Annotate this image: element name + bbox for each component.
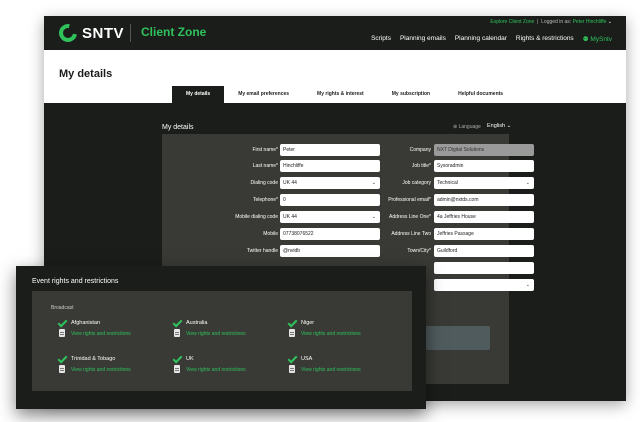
address-line-one-field[interactable]: 4a Jeffries House [434, 211, 534, 223]
document-icon [59, 365, 65, 373]
view-rights-link[interactable]: View rights and restrictions [186, 367, 246, 373]
region-name: Trinidad & Tobago [71, 356, 116, 362]
region-name: Australia [186, 320, 208, 326]
region-name: USA [301, 356, 313, 362]
event-rights-modal: Event rights and restrictions Broadcast … [16, 266, 426, 409]
language-label: ⊕ Language [453, 124, 481, 130]
twitter-handle-label: Twitter handle [246, 248, 278, 254]
check-icon [287, 317, 298, 328]
region-name: Niger [301, 320, 315, 326]
mobile-dialing-code-value: UK 44 [283, 214, 297, 220]
view-rights-link[interactable]: View rights and restrictions [71, 331, 131, 337]
view-rights-link[interactable]: View rights and restrictions [186, 331, 246, 337]
account-links: Explore Client Zone | Logged in as: Pete… [490, 19, 612, 25]
job-title-label: Job title* [411, 163, 431, 169]
region-name: UK [186, 356, 194, 362]
user-icon: ⚉ [582, 36, 589, 43]
form-title: My details [162, 124, 194, 131]
company-label: Company [409, 147, 431, 153]
mobile-label: Mobile [263, 231, 278, 237]
town-city-label: Town/City* [407, 248, 431, 254]
globe-icon: ⊕ [453, 124, 458, 130]
tab-bar: My details My email preferences My right… [172, 86, 517, 103]
nav-planning-emails[interactable]: Planning emails [400, 35, 446, 43]
nav-planning-calendar[interactable]: Planning calendar [455, 35, 507, 43]
first-name-label: First name* [252, 147, 278, 153]
town-city-field[interactable]: Guildford [434, 245, 534, 257]
page-title: My details [59, 68, 113, 80]
tab-subscription[interactable]: My subscription [378, 86, 444, 103]
last-name-label: Last name* [252, 163, 278, 169]
dialing-code-label: Dialing code [250, 180, 278, 186]
check-icon [172, 317, 183, 328]
check-icon [57, 317, 68, 328]
region-item: Australia View rights and restrictions [172, 317, 283, 346]
logo-icon [55, 20, 81, 46]
rights-panel: Broadcast Afghanistan View rights and re… [32, 291, 412, 391]
header-divider [130, 24, 131, 42]
check-icon [172, 353, 183, 364]
explore-link[interactable]: Explore Client Zone [490, 19, 534, 25]
professional-email-field[interactable]: admin@nxtds.com [434, 194, 534, 206]
mobile-dialing-code-label: Mobile dialing code [235, 214, 278, 220]
address-line-two-field[interactable]: Jeffries Passage [434, 228, 534, 240]
chevron-down-icon: ⌄ [525, 282, 530, 288]
company-field: NXT Digital Solutions [434, 144, 534, 156]
region-name: Afghanistan [71, 320, 101, 326]
language-value: English [487, 123, 506, 129]
region-item: Afghanistan View rights and restrictions [57, 317, 168, 346]
check-icon [287, 353, 298, 364]
job-category-select[interactable]: Technical ⌄ [434, 177, 534, 189]
region-item: Niger View rights and restrictions [287, 317, 398, 346]
document-icon [289, 365, 295, 373]
job-title-field[interactable]: Sysoradmin [434, 160, 534, 172]
user-name[interactable]: Peter Hinchliffe [573, 19, 607, 25]
country-select[interactable]: ⌄ [434, 279, 534, 291]
language-select[interactable]: English ⌄ [487, 123, 511, 129]
dialing-code-value: UK 44 [283, 180, 297, 186]
nav-mysntv-label: MySntv [590, 36, 612, 43]
view-rights-link[interactable]: View rights and restrictions [301, 331, 361, 337]
modal-title: Event rights and restrictions [32, 278, 119, 285]
region-item: UK View rights and restrictions [172, 353, 283, 382]
chevron-down-icon: ⌄ [506, 123, 512, 129]
logged-in-label: Logged in as: [541, 19, 572, 25]
address-line-two-label: Address Line Two [391, 231, 431, 237]
page-header: My details My details My email preferenc… [44, 50, 626, 103]
view-rights-link[interactable]: View rights and restrictions [301, 367, 361, 373]
main-nav: Scripts Planning emails Planning calenda… [371, 35, 612, 43]
job-category-value: Technical [437, 180, 458, 186]
region-item: Trinidad & Tobago View rights and restri… [57, 353, 168, 382]
nav-rights-restrictions[interactable]: Rights & restrictions [516, 35, 574, 43]
chevron-down-icon: ⌄ [525, 180, 530, 186]
screenshot-stage: SNTV Client Zone Explore Client Zone | L… [0, 0, 640, 422]
telephone-label: Telephone* [252, 197, 278, 203]
document-icon [174, 365, 180, 373]
zone-title: Client Zone [141, 25, 207, 39]
tab-email-preferences[interactable]: My email preferences [224, 86, 303, 103]
chevron-down-icon[interactable]: ⌄ [608, 19, 612, 25]
view-rights-link[interactable]: View rights and restrictions [71, 367, 131, 373]
nav-scripts[interactable]: Scripts [371, 35, 391, 43]
category-label: Broadcast [51, 305, 74, 311]
document-icon [59, 329, 65, 337]
tab-rights-interest[interactable]: My rights & interest [303, 86, 378, 103]
check-icon [57, 353, 68, 364]
brand-name: SNTV [82, 24, 125, 42]
region-item: USA View rights and restrictions [287, 353, 398, 382]
nav-mysntv[interactable]: ⚉ MySntv [583, 35, 612, 43]
top-bar: SNTV Client Zone Explore Client Zone | L… [44, 16, 626, 50]
job-category-label: Job category [402, 180, 431, 186]
tab-helpful-documents[interactable]: Helpful documents [444, 86, 517, 103]
language-label-text: Language [458, 124, 481, 130]
document-icon [289, 329, 295, 337]
tab-my-details[interactable]: My details [172, 86, 225, 103]
address-line-one-label: Address Line One* [389, 214, 431, 220]
logo[interactable]: SNTV [55, 20, 125, 46]
postcode-field[interactable] [434, 262, 534, 274]
professional-email-label: Professional email* [388, 197, 431, 203]
document-icon [174, 329, 180, 337]
